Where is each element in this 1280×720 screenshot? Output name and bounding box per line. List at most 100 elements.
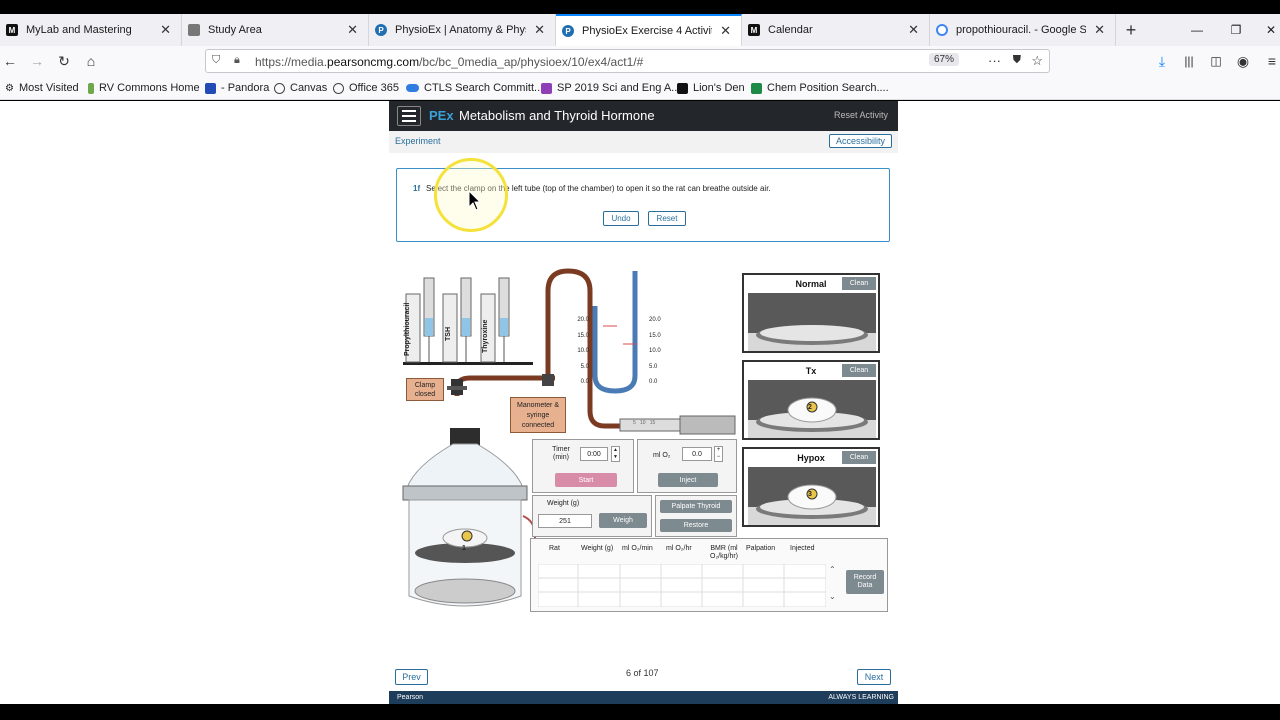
home-icon[interactable]: ⌂	[81, 51, 101, 71]
account-icon[interactable]: ◉	[1233, 51, 1253, 71]
download-icon[interactable]: ⤓	[1152, 51, 1172, 71]
clean-button[interactable]: Clean	[842, 277, 876, 290]
pocket-icon[interactable]: ⛊	[1013, 54, 1021, 67]
close-icon[interactable]: ✕	[908, 22, 919, 38]
google-icon	[936, 24, 948, 36]
tab-study-area[interactable]: Study Area ✕	[182, 14, 369, 46]
timer-panel: Timer (min) 0:00 ▲ ▼ Start	[532, 439, 634, 493]
chamber-hypox[interactable]: Hypox Clean	[742, 447, 880, 527]
tab-title: Study Area	[208, 24, 262, 36]
app-footer: Pearson ALWAYS LEARNING	[389, 691, 898, 704]
app-header: PEx Metabolism and Thyroid Hormone Reset…	[389, 101, 898, 131]
app-subheader: Experiment Accessibility	[389, 131, 898, 153]
prev-button[interactable]: Prev	[395, 669, 428, 685]
column-header: ml O₂/hr	[666, 545, 692, 552]
bookmark-ctls[interactable]: CTLS Search Committ...	[406, 82, 543, 94]
reload-icon[interactable]: ↻	[54, 51, 74, 71]
pearson-logo: Pearson	[397, 694, 424, 701]
physioex-icon: P	[562, 25, 574, 37]
sidebar-icon[interactable]: ◫	[1206, 51, 1226, 71]
timer-stepper[interactable]: ▲ ▼	[611, 446, 620, 462]
clamp[interactable]	[447, 379, 467, 395]
palpate-thyroid-button[interactable]: Palpate Thyroid	[660, 500, 732, 513]
close-icon[interactable]: ✕	[720, 23, 731, 39]
forward-icon[interactable]: →	[27, 51, 47, 71]
bookmark-chem-position[interactable]: Chem Position Search....	[751, 82, 889, 94]
clamp-tube[interactable]	[454, 375, 555, 396]
record-data-button[interactable]: Record Data	[846, 570, 884, 594]
bell-jar-chamber[interactable]	[402, 428, 528, 607]
accessibility-button[interactable]: Accessibility	[828, 134, 892, 148]
tab-calendar[interactable]: M Calendar ✕	[742, 14, 930, 46]
next-button[interactable]: Next	[857, 669, 891, 685]
forms-icon	[541, 82, 552, 94]
url-text: https://media.pearsoncmg.com/bc/bc_0medi…	[255, 55, 644, 69]
close-icon[interactable]: ✕	[347, 22, 358, 38]
tab-title: PhysioEx Exercise 4 Activity 1	[582, 25, 712, 37]
bookmark-canvas[interactable]: Canvas	[274, 82, 327, 94]
bookmark-most-visited[interactable]: ⚙ Most Visited	[5, 82, 79, 94]
tab-title: propothiouracil. - Google Sear	[956, 24, 1087, 36]
page-icon	[188, 24, 200, 36]
scroll-down-icon[interactable]: ⌄	[829, 592, 836, 601]
bookmark-pandora[interactable]: - Pandora	[205, 82, 269, 94]
restore-window-icon[interactable]: ❐	[1217, 14, 1255, 46]
tab-physioex-anatomy[interactable]: P PhysioEx | Anatomy & Physiolo ✕	[369, 14, 556, 46]
column-header: BMR (ml O₂/kg/hr)	[710, 545, 738, 560]
column-header: Weight (g)	[581, 545, 614, 552]
physioex-icon: P	[375, 24, 387, 36]
chamber-normal[interactable]: Normal Clean	[742, 273, 880, 353]
library-icon[interactable]: |||	[1179, 51, 1199, 71]
thyroid-panel: Palpate Thyroid Restore	[655, 495, 737, 537]
hamburger-menu-icon[interactable]	[397, 106, 421, 126]
chamber-floor	[748, 293, 876, 351]
clean-button[interactable]: Clean	[842, 451, 876, 464]
manometer-u-tube	[592, 271, 638, 394]
inject-button[interactable]: Inject	[658, 473, 718, 487]
clamp-status-label: Clamp closed	[406, 378, 444, 401]
onedrive-icon	[406, 84, 419, 92]
reset-button[interactable]: Reset	[648, 211, 686, 226]
close-icon[interactable]: ✕	[1094, 22, 1105, 38]
lions-den-icon	[677, 82, 688, 94]
o2-stepper[interactable]: + −	[714, 446, 723, 462]
section-label: Experiment	[395, 136, 441, 146]
menu-icon[interactable]: ≡	[1262, 51, 1280, 71]
close-window-icon[interactable]: ✕	[1252, 14, 1280, 46]
bookmark-sp2019[interactable]: SP 2019 Sci and Eng A...	[541, 82, 680, 94]
bookmark-rv-commons[interactable]: RV Commons Home	[88, 82, 200, 94]
tab-mylab[interactable]: M MyLab and Mastering ✕	[0, 14, 182, 46]
start-button[interactable]: Start	[555, 473, 617, 487]
manometer-left-scale: 20.0 15.0 10.0 5.0 0.0	[577, 317, 589, 386]
restore-button[interactable]: Restore	[660, 519, 732, 532]
weigh-button[interactable]: Weigh	[599, 513, 647, 528]
undo-button[interactable]: Undo	[603, 211, 639, 226]
clean-button[interactable]: Clean	[842, 364, 876, 377]
bookmark-lions-den[interactable]: Lion's Den	[677, 82, 745, 94]
new-tab-icon[interactable]: +	[1116, 14, 1146, 46]
page-actions-icon[interactable]: ···	[988, 53, 1001, 68]
manometer-valve[interactable]	[542, 374, 554, 386]
tab-google-search[interactable]: propothiouracil. - Google Sear ✕	[930, 14, 1116, 46]
bookmark-office365[interactable]: Office 365	[333, 82, 399, 94]
tab-physioex-exercise[interactable]: P PhysioEx Exercise 4 Activity 1 ✕	[556, 14, 742, 46]
bookmark-star-icon[interactable]: ☆	[1031, 53, 1043, 69]
back-icon[interactable]: ←	[0, 51, 20, 71]
rat-in-chamber	[748, 467, 876, 525]
close-icon[interactable]: ✕	[534, 22, 545, 38]
chamber-tx[interactable]: Tx Clean	[742, 360, 880, 440]
url-bar[interactable]: ⛉ 🔒︎ https://media.pearsoncmg.com/bc/bc_…	[205, 49, 1050, 73]
syringe-label: TSH	[445, 327, 452, 341]
scroll-up-icon[interactable]: ⌃	[829, 565, 836, 574]
zoom-indicator[interactable]: 67%	[928, 53, 959, 66]
rat-number: 1	[462, 545, 466, 552]
app-title: Metabolism and Thyroid Hormone	[459, 108, 655, 123]
tracking-shield-icon[interactable]: ⛉	[212, 54, 220, 67]
lock-icon[interactable]: 🔒︎	[234, 54, 240, 67]
reset-activity-link[interactable]: Reset Activity	[834, 110, 888, 120]
column-header: ml O₂/min	[622, 545, 653, 552]
syringe-label: Propylthiouracil	[404, 302, 411, 356]
page-content: PEx Metabolism and Thyroid Hormone Reset…	[0, 101, 1280, 704]
close-icon[interactable]: ✕	[160, 22, 171, 38]
minimize-icon[interactable]: —	[1178, 14, 1216, 46]
